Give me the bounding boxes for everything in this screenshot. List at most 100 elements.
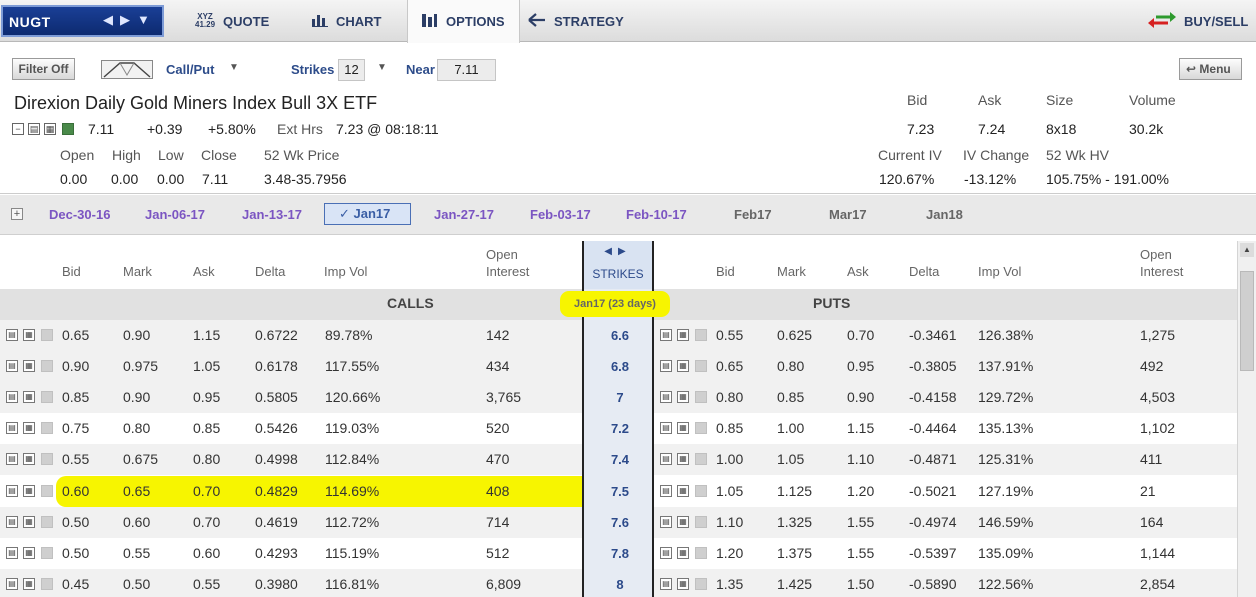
call-mark[interactable]: 0.50 [123,576,150,592]
call-ask[interactable]: 0.60 [193,545,220,561]
call-impvol[interactable]: 116.81% [325,576,379,592]
put-bid[interactable]: 1.05 [716,483,743,499]
call-ask-header[interactable]: Ask [193,264,215,279]
put-bid[interactable]: 1.10 [716,514,743,530]
call-mark-header[interactable]: Mark [123,264,152,279]
put-mark[interactable]: 1.00 [777,420,804,436]
scroll-up-icon[interactable]: ▲ [1240,243,1254,257]
tab-chart[interactable]: CHART [312,0,382,42]
analyze-icon[interactable]: ▦ [23,546,35,559]
call-ask[interactable]: 0.85 [193,420,220,436]
menu-button[interactable]: ↩ Menu [1179,58,1242,80]
analyze-icon[interactable]: ▦ [677,391,689,404]
put-open-interest[interactable]: 4,503 [1140,389,1175,405]
symbol-arrows-icon[interactable]: ◀▶▼ [103,12,157,28]
put-impvol[interactable]: 129.72% [978,389,1033,405]
call-impvol[interactable]: 89.78% [325,327,372,343]
put-impvol[interactable]: 137.91% [978,358,1033,374]
trade-icon[interactable]: ▤ [660,577,672,590]
expiration-tab-selected[interactable]: ✓ Jan17 [324,203,412,225]
put-delta[interactable]: -0.5021 [909,483,956,499]
put-bid[interactable]: 1.35 [716,576,743,592]
call-delta[interactable]: 0.4829 [255,483,298,499]
put-delta[interactable]: -0.3461 [909,327,956,343]
call-open-interest[interactable]: 408 [486,483,509,499]
call-open-interest[interactable]: 512 [486,545,509,561]
call-mark[interactable]: 0.675 [123,451,158,467]
analyze-icon[interactable]: ▦ [677,422,689,435]
put-mark[interactable]: 0.625 [777,327,812,343]
call-open-interest[interactable]: 3,765 [486,389,521,405]
trade-icon[interactable]: ▤ [6,391,18,404]
put-bid[interactable]: 0.85 [716,420,743,436]
put-impvol[interactable]: 146.59% [978,514,1033,530]
analyze-icon[interactable]: ▦ [677,329,689,341]
put-open-interest[interactable]: 1,102 [1140,420,1175,436]
put-bid[interactable]: 0.80 [716,389,743,405]
symbol-selector[interactable]: NUGT ◀▶▼ [1,5,164,37]
analyze-icon[interactable]: ▦ [677,484,689,497]
trade-icon[interactable]: ▤ [660,484,672,497]
call-bid-header[interactable]: Bid [62,264,81,279]
symbol-ticker[interactable]: NUGT [9,14,51,30]
analyze-icon[interactable]: ▦ [677,546,689,559]
expiration-tab[interactable]: Feb-03-17 [530,207,591,222]
put-mark[interactable]: 1.125 [777,483,812,499]
call-ask[interactable]: 1.05 [193,358,220,374]
put-delta[interactable]: -0.4974 [909,514,956,530]
expiration-tab[interactable]: Jan-13-17 [242,207,302,222]
expiration-tab[interactable]: Mar17 [829,207,867,222]
put-open-interest[interactable]: 2,854 [1140,576,1175,592]
call-mark[interactable]: 0.65 [123,483,150,499]
collapse-icon[interactable]: − [12,123,24,135]
put-mark[interactable]: 0.80 [777,358,804,374]
put-open-interest[interactable]: 1,275 [1140,327,1175,343]
put-mark[interactable]: 1.425 [777,576,812,592]
strike-scroll-arrows-icon[interactable]: ◀▶ [584,246,652,257]
tab-strategy[interactable]: STRATEGY [528,0,624,42]
call-delta[interactable]: 0.4619 [255,514,298,530]
trade-icon[interactable]: ▤ [660,453,672,466]
risk-graph-icon[interactable] [101,60,153,79]
call-impvol[interactable]: 117.55% [325,358,379,374]
put-delta[interactable]: -0.5397 [909,545,956,561]
put-open-interest[interactable]: 492 [1140,358,1163,374]
put-mark[interactable]: 0.85 [777,389,804,405]
put-delta[interactable]: -0.5890 [909,576,956,592]
put-impvol[interactable]: 122.56% [978,576,1033,592]
call-mark[interactable]: 0.975 [123,358,158,374]
expiration-tab[interactable]: Jan18 [926,207,963,222]
expiration-tab[interactable]: Feb17 [734,207,772,222]
trade-icon[interactable]: ▤ [660,515,672,528]
analyze-icon[interactable]: ▦ [677,360,689,373]
strikes-select[interactable]: 12 [338,59,365,81]
trade-icon[interactable]: ▤ [28,123,40,135]
put-ask-header[interactable]: Ask [847,264,869,279]
call-open-interest[interactable]: 714 [486,514,509,530]
trade-icon[interactable]: ▤ [6,329,18,341]
call-mark[interactable]: 0.90 [123,389,150,405]
put-ask[interactable]: 1.15 [847,420,874,436]
analyze-icon[interactable]: ▦ [23,329,35,341]
call-ask[interactable]: 0.70 [193,483,220,499]
put-bid[interactable]: 1.00 [716,451,743,467]
call-put-selector[interactable]: Call/Put [166,62,214,77]
put-delta-header[interactable]: Delta [909,264,939,279]
trade-icon[interactable]: ▤ [660,546,672,559]
call-ask[interactable]: 0.70 [193,514,220,530]
call-ask[interactable]: 0.95 [193,389,220,405]
put-impvol[interactable]: 135.09% [978,545,1033,561]
put-ask[interactable]: 0.70 [847,327,874,343]
call-bid[interactable]: 0.45 [62,576,89,592]
trade-icon[interactable]: ▤ [6,422,18,435]
call-oi-header-top[interactable]: Open [486,247,518,262]
scroll-thumb[interactable] [1240,271,1254,371]
analyze-icon[interactable]: ▦ [23,515,35,528]
expiration-tab[interactable]: Jan-06-17 [145,207,205,222]
call-mark[interactable]: 0.55 [123,545,150,561]
put-ask[interactable]: 1.55 [847,545,874,561]
trade-icon[interactable]: ▤ [6,360,18,373]
put-impvol[interactable]: 135.13% [978,420,1033,436]
call-bid[interactable]: 0.85 [62,389,89,405]
call-ask[interactable]: 0.55 [193,576,220,592]
